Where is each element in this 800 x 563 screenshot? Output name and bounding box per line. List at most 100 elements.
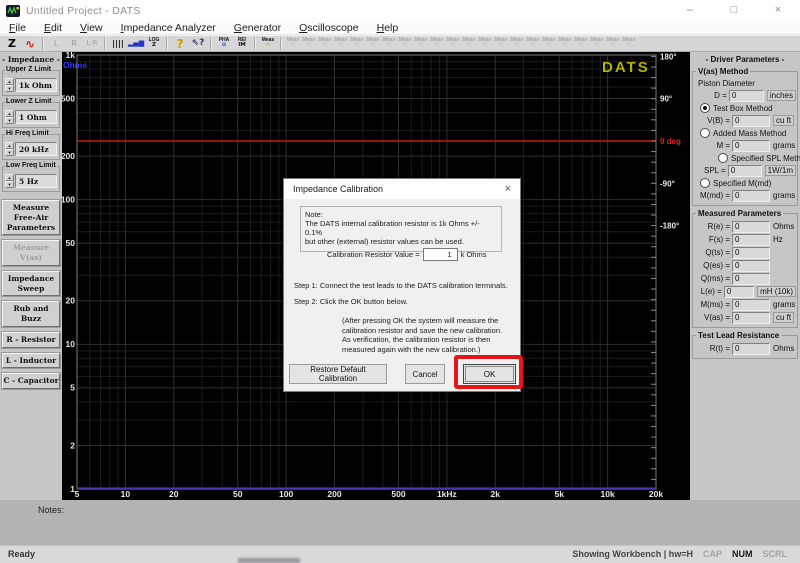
r-t-input[interactable]: 0 bbox=[732, 343, 770, 355]
window-controls: – □ × bbox=[668, 0, 800, 21]
comb-generator-icon[interactable]: |||| bbox=[110, 36, 127, 51]
step-2-text: Step 2: Click the OK button below. bbox=[294, 297, 408, 306]
radio-test-box-method[interactable] bbox=[700, 103, 710, 113]
x-tick-label: 100 bbox=[279, 489, 293, 499]
m-input[interactable]: 0 bbox=[732, 140, 770, 152]
d-input[interactable]: 0 bbox=[729, 90, 764, 102]
l-e-input[interactable]: 0 bbox=[724, 286, 754, 298]
q-ms-input[interactable]: 0 bbox=[732, 273, 770, 285]
spinner-down-icon[interactable]: ▼ bbox=[5, 181, 14, 188]
unit-mh-10k[interactable]: mH (10k) bbox=[757, 286, 796, 297]
low-freq-limit-value[interactable]: 5 Hz bbox=[15, 174, 57, 188]
hi-freq-limit-spinner[interactable]: ▲▼ bbox=[5, 142, 14, 156]
meas-slot-icon: Meas▭ bbox=[606, 36, 621, 51]
menu-generator[interactable]: Generator bbox=[225, 22, 290, 34]
m-md-input[interactable]: 0 bbox=[732, 190, 770, 202]
spinner-up-icon[interactable]: ▲ bbox=[5, 174, 14, 181]
phase-icon[interactable]: PHA⊙ bbox=[216, 36, 233, 51]
spinner-down-icon[interactable]: ▼ bbox=[5, 85, 14, 92]
measured-parameters-label: Measured Parameters bbox=[696, 209, 783, 218]
real-imaginary-icon[interactable]: RE/IM bbox=[234, 36, 251, 51]
upper-z-limit-spinner[interactable]: ▲▼ bbox=[5, 78, 14, 92]
measure-free-air-parameters-button[interactable]: MeasureFree-AirParameters bbox=[2, 200, 60, 235]
spinner-down-icon[interactable]: ▼ bbox=[5, 117, 14, 124]
q-es-input[interactable]: 0 bbox=[732, 260, 770, 272]
f-s-input[interactable]: 0 bbox=[732, 234, 770, 246]
r-resistor-button[interactable]: R - Resistor bbox=[2, 332, 60, 348]
minimize-button[interactable]: – bbox=[668, 0, 712, 21]
measure-v-as-button: Measure V(as) bbox=[2, 240, 60, 266]
upper-z-limit-value[interactable]: 1k Ohm bbox=[15, 78, 57, 92]
dialog-close-icon[interactable]: × bbox=[505, 179, 511, 199]
menu-file[interactable]: File bbox=[0, 22, 35, 34]
lower-z-limit-value[interactable]: 1 Ohm bbox=[15, 110, 57, 124]
spinner-up-icon[interactable]: ▲ bbox=[5, 78, 14, 85]
menu-impedance-analyzer[interactable]: Impedance Analyzer bbox=[112, 22, 225, 34]
inductance-resistance-icon: L·R bbox=[84, 36, 101, 51]
meas-slot-glyph: ▭ bbox=[626, 43, 631, 49]
q-ts-input[interactable]: 0 bbox=[732, 247, 770, 259]
maximize-button[interactable]: □ bbox=[712, 0, 756, 21]
spl-input[interactable]: 0 bbox=[728, 165, 762, 177]
dialog-title-bar[interactable]: Impedance Calibration × bbox=[284, 179, 520, 199]
m-ms-input[interactable]: 0 bbox=[732, 299, 770, 311]
field-row-l-e: L(e) =0mH (10k) bbox=[694, 285, 796, 298]
radio-specified-m-md[interactable] bbox=[700, 178, 710, 188]
menu-edit[interactable]: Edit bbox=[35, 22, 71, 34]
impedance-sweep-button[interactable]: ImpedanceSweep bbox=[2, 271, 60, 297]
sine-generator-icon[interactable]: ∿ bbox=[22, 36, 39, 51]
meas-slot-glyph: ▭ bbox=[306, 43, 311, 49]
v-as-method-label: V(as) Method bbox=[696, 67, 750, 76]
radio-added-mass-method[interactable] bbox=[700, 128, 710, 138]
meas-slot-icon: Meas▭ bbox=[334, 36, 349, 51]
bar-chart-icon[interactable]: ▂▄▆ bbox=[128, 36, 145, 51]
y-axis-unit-label: Ohms bbox=[63, 60, 87, 70]
context-help-icon[interactable]: ⇖? bbox=[190, 36, 207, 51]
unit-grams: grams bbox=[773, 300, 795, 309]
v-as-input[interactable]: 0 bbox=[732, 312, 770, 324]
spl-label: SPL = bbox=[694, 166, 728, 175]
unit-1w-1m[interactable]: 1W/1m bbox=[765, 165, 796, 176]
ok-button[interactable]: OK bbox=[463, 364, 516, 384]
restore-default-calibration-button[interactable]: Restore Default Calibration bbox=[289, 364, 387, 384]
lower-z-limit-spinner[interactable]: ▲▼ bbox=[5, 110, 14, 124]
impedance-z-icon[interactable]: Z bbox=[4, 36, 21, 51]
rub-and-buzz-button[interactable]: Rub and Buzz bbox=[2, 301, 60, 327]
hi-freq-limit-group: Hi Freq Limit▲▼20 kHz bbox=[2, 134, 60, 160]
v-b-input[interactable]: 0 bbox=[732, 115, 770, 127]
help-icon[interactable]: ? bbox=[172, 36, 189, 51]
added-mass-method-label: Added Mass Method bbox=[713, 129, 786, 138]
c-capacitor-button[interactable]: C - Capacitor bbox=[2, 373, 60, 389]
measurement-icon[interactable]: Meas∿ bbox=[260, 36, 277, 51]
hi-freq-limit-value[interactable]: 20 kHz bbox=[15, 142, 57, 156]
calibration-resistor-input[interactable]: 1 bbox=[423, 248, 458, 261]
low-freq-limit-spinner[interactable]: ▲▼ bbox=[5, 174, 14, 188]
spinner-up-icon[interactable]: ▲ bbox=[5, 142, 14, 149]
r-e-input[interactable]: 0 bbox=[732, 221, 770, 233]
field-row-v-b: V(B) =0cu ft bbox=[694, 114, 796, 127]
y-tick-label: 1k bbox=[66, 52, 76, 60]
unit-cu-ft[interactable]: cu ft bbox=[773, 115, 794, 126]
spinner-up-icon[interactable]: ▲ bbox=[5, 110, 14, 117]
meas-slot-glyph: ▭ bbox=[546, 43, 551, 49]
field-row-r-t: R(t) =0Ohms bbox=[694, 342, 796, 355]
radio-specified-spl-method[interactable] bbox=[718, 153, 728, 163]
toolbar-separator bbox=[104, 37, 106, 50]
specified-m-md-label: Specified M(md) bbox=[713, 179, 771, 188]
hi-freq-limit-label: Hi Freq Limit bbox=[5, 130, 50, 137]
log-scale-glyph: Z bbox=[152, 43, 156, 49]
menu-help[interactable]: Help bbox=[368, 22, 408, 34]
unit-inches[interactable]: inches bbox=[767, 90, 796, 101]
unit-cu-ft[interactable]: cu ft bbox=[773, 312, 794, 323]
menu-oscilloscope[interactable]: Oscilloscope bbox=[290, 22, 368, 34]
log-scale-icon[interactable]: LOGZ bbox=[146, 36, 163, 51]
spinner-down-icon[interactable]: ▼ bbox=[5, 149, 14, 156]
notes-label: Notes: bbox=[38, 505, 64, 515]
close-button[interactable]: × bbox=[756, 0, 800, 21]
menu-view[interactable]: View bbox=[71, 22, 112, 34]
l-inductor-button[interactable]: L - Inductor bbox=[2, 353, 60, 369]
q-ms-label: Q(ms) = bbox=[694, 274, 732, 283]
cancel-button[interactable]: Cancel bbox=[405, 364, 445, 384]
y-tick-label: 1 bbox=[70, 484, 75, 494]
x-tick-label: 10 bbox=[121, 489, 131, 499]
